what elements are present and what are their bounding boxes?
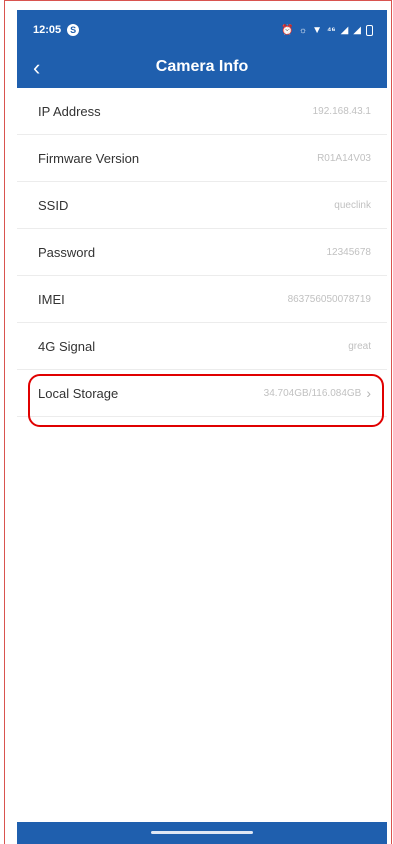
document-border-left	[4, 0, 5, 844]
document-border-right	[391, 0, 392, 844]
cell-signal-icon-1: ◢	[340, 24, 349, 36]
row-label: SSID	[38, 197, 69, 213]
row-label: 4G Signal	[38, 338, 96, 354]
status-bar: 12:05 S ⏰ ☼ ▼ ⁴⁶ ◢ ◢	[17, 10, 387, 50]
battery-icon	[366, 24, 373, 36]
wifi-icon: ▼	[312, 24, 322, 36]
alarm-icon: ⏰	[281, 24, 294, 36]
status-left: 12:05 S	[33, 24, 80, 36]
row-imei: IMEI 863756050078719	[17, 276, 387, 323]
bottom-navigation-bar	[17, 822, 387, 844]
mute-icon: ☼	[298, 25, 308, 35]
navigation-bar: ‹ Camera Info	[17, 50, 387, 88]
row-value: great	[348, 340, 371, 352]
row-label: Firmware Version	[38, 150, 140, 166]
row-label: IMEI	[38, 291, 65, 307]
cell-signal-icon-2: ◢	[353, 24, 361, 36]
page-title: Camera Info	[155, 58, 249, 75]
row-ip-address: IP Address 192.168.43.1	[17, 88, 387, 135]
row-ssid: SSID queclink	[17, 182, 387, 229]
row-value: 863756050078719	[287, 293, 371, 305]
row-4g-signal: 4G Signal great	[17, 323, 387, 370]
row-value: 12345678	[326, 246, 372, 258]
document-border-top	[4, 0, 392, 1]
status-time: 12:05	[33, 24, 62, 36]
app-notification-icon: S	[67, 24, 80, 36]
home-indicator[interactable]	[151, 831, 253, 834]
row-firmware-version: Firmware Version R01A14V03	[17, 135, 387, 182]
row-value: 192.168.43.1	[312, 105, 371, 117]
row-value: queclink	[334, 199, 371, 211]
status-icons: ⏰ ☼ ▼ ⁴⁶ ◢ ◢	[281, 24, 373, 36]
phone-screen: 12:05 S ⏰ ☼ ▼ ⁴⁶ ◢ ◢ ‹ Camera Info IP Ad…	[17, 10, 387, 844]
row-password: Password 12345678	[17, 229, 387, 276]
highlight-box	[28, 374, 384, 427]
camera-info-list: IP Address 192.168.43.1 Firmware Version…	[17, 88, 387, 417]
row-label: IP Address	[38, 103, 101, 119]
row-label: Password	[38, 244, 96, 260]
signal-type-icon: ⁴⁶	[326, 25, 336, 35]
app-header: 12:05 S ⏰ ☼ ▼ ⁴⁶ ◢ ◢ ‹ Camera Info	[17, 10, 387, 88]
row-value: R01A14V03	[317, 152, 371, 164]
